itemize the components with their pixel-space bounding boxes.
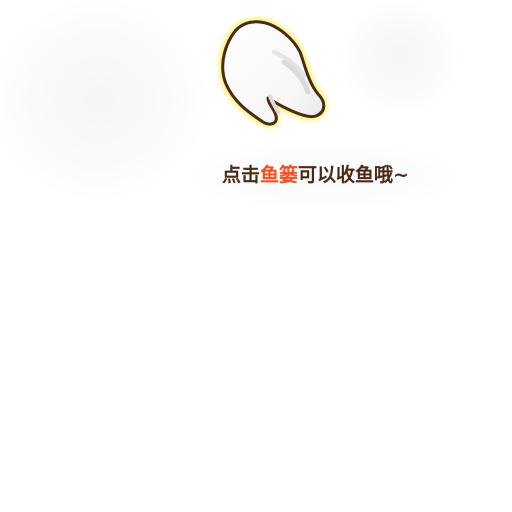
soft-background-blob-left	[0, 0, 207, 200]
hint-prefix: 点击	[222, 164, 261, 186]
hint-suffix: 可以收鱼哦~	[298, 164, 409, 186]
soft-background-blob-right	[340, 0, 460, 115]
pointing-hand-icon	[208, 12, 338, 134]
tutorial-overlay: 点击鱼篓可以收鱼哦~	[0, 0, 512, 512]
hint-highlight-fish-basket: 鱼篓	[260, 164, 299, 186]
tutorial-hint-text: 点击鱼篓可以收鱼哦~	[222, 160, 409, 190]
